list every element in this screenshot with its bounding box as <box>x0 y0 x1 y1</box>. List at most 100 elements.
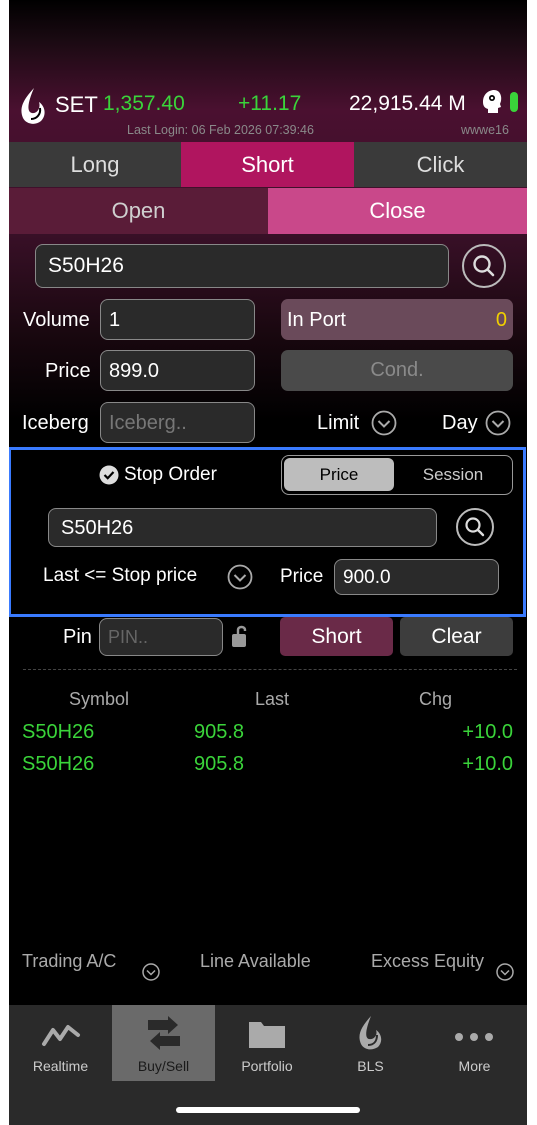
line-available-label: Line Available <box>200 951 311 971</box>
home-indicator[interactable] <box>176 1107 360 1113</box>
short-submit-label: Short <box>311 624 362 648</box>
nav-realtime-label: Realtime <box>32 1058 89 1074</box>
stop-type-segmented-control: Price Session <box>281 455 513 495</box>
subtab-close-label: Close <box>369 198 426 223</box>
tab-short[interactable]: Short <box>181 142 354 187</box>
in-port-box: In Port 0 <box>281 299 513 340</box>
quote-symbol: S50H26 <box>22 721 95 743</box>
segment-session[interactable]: Session <box>396 458 510 491</box>
stop-symbol-input[interactable]: S50H26 <box>48 508 437 547</box>
iceberg-label: Iceberg <box>22 412 89 434</box>
price-input[interactable]: 899.0 <box>100 350 255 391</box>
index-value: 1,357.40 <box>103 92 185 115</box>
phone-screen: SET 1,357.40 +11.17 22,915.44 M Last Log… <box>9 0 527 1125</box>
tab-click[interactable]: Click <box>354 142 527 187</box>
price-label: Price <box>45 360 91 382</box>
swap-arrows-icon <box>148 1016 180 1050</box>
trading-ac-dropdown[interactable]: Trading A/C <box>22 951 162 981</box>
tab-click-label: Click <box>416 151 465 177</box>
checkmark-circle-icon <box>99 465 119 485</box>
nav-bls-label: BLS <box>357 1058 384 1074</box>
stop-price-value: 900.0 <box>343 567 391 588</box>
excess-equity-dropdown[interactable]: Excess Equity <box>371 951 521 981</box>
chart-line-icon <box>42 1025 80 1046</box>
volume-input[interactable]: 1 <box>100 299 255 340</box>
iceberg-placeholder: Iceberg.. <box>109 412 187 434</box>
subtab-close[interactable]: Close <box>268 188 527 234</box>
limit-dropdown[interactable]: Limit <box>317 410 399 438</box>
clear-button-label: Clear <box>431 624 482 648</box>
segment-price-label: Price <box>319 464 359 484</box>
limit-label: Limit <box>317 412 360 434</box>
subtab-open-label: Open <box>111 198 166 223</box>
iceberg-input[interactable]: Iceberg.. <box>100 402 255 443</box>
segment-session-label: Session <box>422 464 484 484</box>
day-dropdown[interactable]: Day <box>442 410 516 438</box>
trading-ac-label: Trading A/C <box>22 951 117 971</box>
market-volume: 22,915.44 M <box>349 92 466 115</box>
cond-button-label: Cond. <box>370 359 424 381</box>
tab-short-label: Short <box>241 151 294 177</box>
volume-label: Volume <box>23 309 90 331</box>
nav-more-label: More <box>458 1058 491 1074</box>
tab-long-label: Long <box>70 151 120 177</box>
index-change: +11.17 <box>238 92 302 115</box>
dashed-divider <box>23 669 517 670</box>
username: wwwe16 <box>461 123 509 137</box>
chevron-down-icon <box>371 410 397 436</box>
pin-input[interactable]: PIN.. <box>99 618 223 656</box>
stop-price-input[interactable]: 900.0 <box>334 559 499 595</box>
stop-price-label: Price <box>280 566 324 587</box>
robot-head-icon[interactable] <box>479 88 503 116</box>
quote-header-last: Last <box>255 689 290 709</box>
subtab-open[interactable]: Open <box>9 188 268 234</box>
price-input-value: 899.0 <box>109 360 160 382</box>
symbol-search-button[interactable] <box>462 244 506 288</box>
chevron-down-icon <box>485 410 511 436</box>
last-login: Last Login: 06 Feb 2026 07:39:46 <box>127 123 314 137</box>
segment-price[interactable]: Price <box>284 458 394 491</box>
pin-label: Pin <box>63 626 92 648</box>
nav-buy-sell-label: Buy/Sell <box>137 1058 190 1074</box>
chevron-down-icon <box>227 564 253 590</box>
quote-row[interactable]: S50H26 905.8 +10.0 <box>9 718 527 746</box>
volume-input-value: 1 <box>109 309 121 331</box>
nav-bls[interactable]: BLS <box>319 1005 422 1081</box>
quote-last: 905.8 <box>194 753 245 775</box>
stop-condition-label: Last <= Stop price <box>43 565 198 586</box>
chevron-down-icon <box>142 963 160 981</box>
symbol-input-value: S50H26 <box>48 254 124 277</box>
quote-header-chg: Chg <box>419 689 453 709</box>
quote-row[interactable]: S50H26 905.8 +10.0 <box>9 750 527 778</box>
set-logo-icon <box>17 86 49 126</box>
tab-long[interactable]: Long <box>9 142 181 187</box>
nav-portfolio[interactable]: Portfolio <box>215 1005 319 1081</box>
unlock-icon[interactable] <box>230 622 254 650</box>
in-port-value: 0 <box>495 309 507 331</box>
chevron-down-icon <box>496 963 514 981</box>
connection-status-indicator <box>510 92 518 112</box>
day-label: Day <box>442 412 478 434</box>
nav-realtime[interactable]: Realtime <box>9 1005 112 1081</box>
quote-chg: +10.0 <box>462 721 513 743</box>
nav-portfolio-label: Portfolio <box>241 1058 293 1074</box>
stop-condition-dropdown[interactable]: Last <= Stop price <box>43 563 263 591</box>
quote-chg: +10.0 <box>462 753 513 775</box>
nav-buy-sell[interactable]: Buy/Sell <box>112 1005 215 1081</box>
more-dots-icon <box>455 1033 493 1041</box>
stop-symbol-value: S50H26 <box>61 517 134 539</box>
stop-symbol-search-button[interactable] <box>456 508 494 546</box>
nav-more[interactable]: More <box>422 1005 527 1081</box>
short-submit-button[interactable]: Short <box>280 617 393 656</box>
quote-symbol: S50H26 <box>22 753 95 775</box>
stop-order-checkbox[interactable]: Stop Order <box>99 463 239 487</box>
cond-button[interactable]: Cond. <box>281 350 513 391</box>
excess-equity-label: Excess Equity <box>371 951 485 971</box>
clear-button[interactable]: Clear <box>400 617 513 656</box>
folder-icon <box>249 1022 285 1048</box>
search-icon <box>465 517 485 537</box>
search-icon <box>473 255 495 277</box>
pin-placeholder: PIN.. <box>108 627 149 647</box>
symbol-input[interactable]: S50H26 <box>35 244 449 288</box>
quote-last: 905.8 <box>194 721 245 743</box>
